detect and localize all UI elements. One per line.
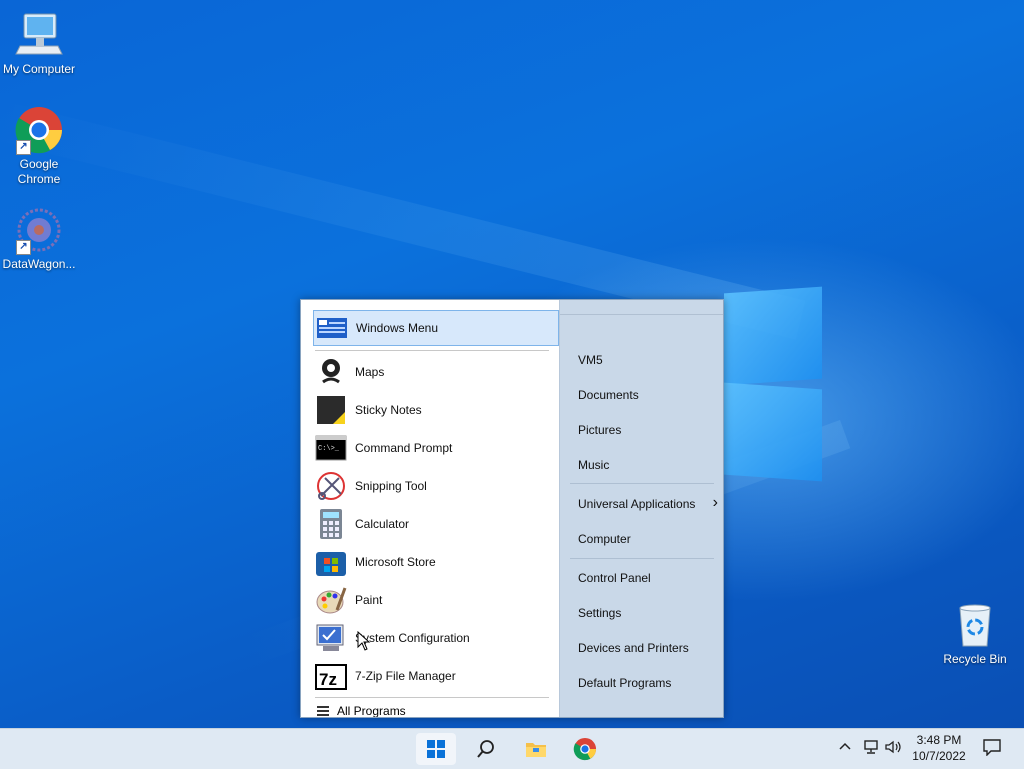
menu-item-maps[interactable]: Maps — [313, 354, 557, 390]
windows-logo-wallpaper — [724, 286, 824, 482]
menu-item-devices-and-printers[interactable]: Devices and Printers — [578, 641, 689, 655]
menu-item-command-prompt[interactable]: C:\>_ Command Prompt — [313, 430, 557, 466]
taskbar: 3:48 PM 10/7/2022 — [0, 728, 1024, 769]
menu-item-computer[interactable]: Computer — [578, 532, 631, 546]
divider — [570, 558, 714, 559]
menu-item-label: System Configuration — [355, 631, 470, 645]
paint-icon — [315, 584, 347, 616]
divider — [570, 483, 714, 484]
sticky-notes-icon — [315, 394, 347, 426]
maps-icon — [315, 356, 347, 388]
start-button[interactable] — [416, 733, 456, 765]
clock-date: 10/7/2022 — [912, 749, 966, 763]
menu-item-windows-menu[interactable]: Windows Menu — [313, 310, 559, 346]
notifications-icon[interactable] — [982, 738, 1002, 759]
windows-logo-icon — [427, 740, 445, 758]
calculator-icon — [315, 508, 347, 540]
shortcut-arrow-icon: ↗ — [16, 240, 31, 255]
menu-item-control-panel[interactable]: Control Panel — [578, 571, 651, 585]
start-menu: Windows Menu Maps Sticky Notes C:\>_ Com… — [300, 299, 724, 718]
divider — [315, 697, 549, 698]
clock-time: 3:48 PM — [916, 733, 962, 747]
all-programs-label: All Programs — [337, 704, 406, 718]
menu-item-label: Universal Applications — [578, 497, 696, 511]
folder-icon — [526, 743, 546, 757]
menu-item-system-configuration[interactable]: System Configuration — [313, 620, 557, 656]
menu-item-documents[interactable]: Documents — [578, 388, 639, 402]
desktop-icon-datawagon[interactable]: ↗ DataWagon... — [0, 205, 78, 272]
7zip-icon-text: 7z — [319, 670, 337, 689]
desktop-icon-label: DataWagon... — [2, 257, 76, 271]
menu-item-label: 7-Zip File Manager — [355, 669, 456, 683]
chrome-icon — [573, 737, 597, 761]
menu-item-vm5[interactable]: VM5 — [578, 353, 603, 367]
start-menu-places-pane: VM5 Documents Pictures Music Universal A… — [559, 300, 723, 717]
menu-item-sticky-notes[interactable]: Sticky Notes — [313, 392, 557, 428]
chevron-right-icon: › — [712, 494, 718, 511]
recycle-bin-icon — [950, 600, 1000, 650]
divider — [315, 350, 549, 351]
7zip-icon: 7z — [315, 660, 347, 692]
menu-item-7zip[interactable]: 7z 7-Zip File Manager — [313, 658, 557, 694]
datawagon-icon: ↗ — [14, 205, 64, 255]
chrome-icon: ↗ — [14, 105, 64, 155]
desktop-icon-recycle-bin[interactable]: Recycle Bin — [936, 600, 1014, 667]
windows-menu-icon — [316, 312, 348, 344]
desktop-icon-label: Google Chrome — [17, 157, 61, 186]
list-icon — [317, 706, 329, 716]
chrome-taskbar-button[interactable] — [565, 733, 605, 765]
chevron-up-icon[interactable] — [838, 740, 852, 757]
menu-item-label: Maps — [355, 365, 385, 379]
desktop-icon-google-chrome[interactable]: ↗ Google Chrome — [0, 105, 78, 187]
menu-item-microsoft-store[interactable]: Microsoft Store — [313, 544, 557, 580]
computer-icon — [14, 10, 64, 60]
menu-item-music[interactable]: Music — [578, 458, 609, 472]
desktop-icon-label: My Computer — [2, 62, 76, 76]
shortcut-arrow-icon: ↗ — [16, 140, 31, 155]
network-icon[interactable] — [862, 739, 880, 758]
menu-item-label: Microsoft Store — [355, 555, 436, 569]
menu-item-label: Calculator — [355, 517, 410, 531]
menu-item-paint[interactable]: Paint — [313, 582, 557, 618]
menu-item-calculator[interactable]: Calculator — [313, 506, 557, 542]
file-explorer-button[interactable] — [516, 733, 556, 765]
menu-item-pictures[interactable]: Pictures — [578, 423, 621, 437]
microsoft-store-icon — [315, 546, 347, 578]
all-programs-button[interactable]: All Programs — [317, 704, 406, 718]
menu-item-label: Paint — [355, 593, 383, 607]
search-button[interactable] — [466, 733, 506, 765]
menu-item-universal-applications[interactable]: Universal Applications › — [578, 494, 718, 511]
menu-item-settings[interactable]: Settings — [578, 606, 621, 620]
desktop-icon-my-computer[interactable]: My Computer — [0, 10, 78, 77]
menu-item-label: Snipping Tool — [355, 479, 427, 493]
system-configuration-icon — [315, 622, 347, 654]
search-icon — [477, 740, 494, 758]
menu-item-label: Command Prompt — [355, 441, 453, 455]
menu-item-snipping-tool[interactable]: Snipping Tool — [313, 468, 557, 504]
clock[interactable]: 3:48 PM 10/7/2022 — [900, 732, 978, 764]
desktop-icon-label: Recycle Bin — [943, 652, 1007, 666]
command-prompt-icon: C:\>_ — [315, 432, 347, 464]
snipping-tool-icon — [315, 470, 347, 502]
menu-item-label: Sticky Notes — [355, 403, 422, 417]
menu-item-label: Windows Menu — [356, 321, 439, 335]
cmd-prompt-text: C:\>_ — [318, 445, 340, 453]
menu-item-default-programs[interactable]: Default Programs — [578, 676, 671, 690]
mouse-cursor-icon — [357, 630, 371, 654]
divider — [560, 314, 723, 315]
start-menu-programs-pane: Windows Menu Maps Sticky Notes C:\>_ Com… — [301, 300, 559, 717]
